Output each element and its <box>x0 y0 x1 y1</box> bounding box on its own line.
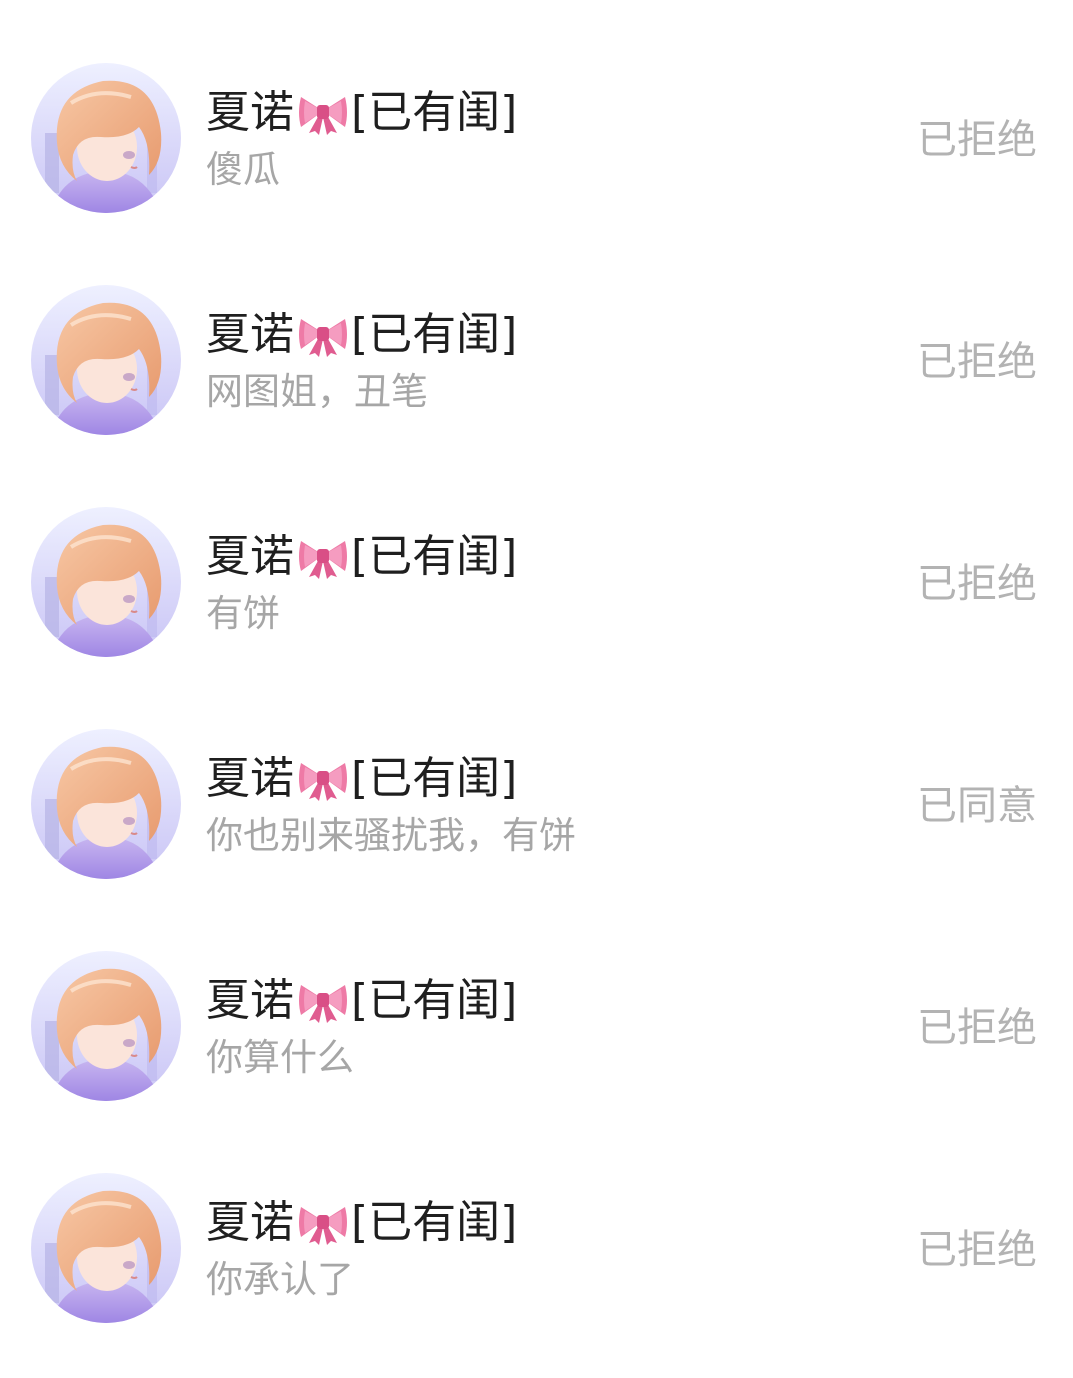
contact-tag: [已有闺] <box>351 87 518 138</box>
contact-name: 夏诺 [已有闺] <box>206 310 517 360</box>
friend-request-row[interactable]: 夏诺 [已有闺] 网图姐，丑笔 已拒绝 <box>0 252 1073 474</box>
contact-tag: [已有闺] <box>351 1197 518 1248</box>
friend-request-row[interactable]: 夏诺 [已有闺] 傻瓜 已拒绝 <box>0 30 1073 252</box>
avatar[interactable] <box>31 507 181 657</box>
request-message: 有饼 <box>206 592 280 635</box>
request-status: 已拒绝 <box>917 117 1037 163</box>
avatar[interactable] <box>31 1173 181 1323</box>
friend-request-row[interactable]: 夏诺 [已有闺] 你算什么 已拒绝 <box>0 918 1073 1140</box>
request-message: 你算什么 <box>206 1036 354 1079</box>
contact-name-text: 夏诺 <box>206 1197 294 1248</box>
contact-name-text: 夏诺 <box>206 975 294 1026</box>
contact-name: 夏诺 [已有闺] <box>206 88 517 138</box>
request-status: 已拒绝 <box>917 339 1037 385</box>
friend-request-row[interactable]: 夏诺 [已有闺] 你承认了 已拒绝 <box>0 1140 1073 1362</box>
contact-name: 夏诺 [已有闺] <box>206 532 517 582</box>
friend-request-list: 夏诺 [已有闺] 傻瓜 已拒绝 夏诺 [已有闺] 网图姐，丑笔 已拒绝 夏诺 [… <box>0 0 1073 1378</box>
request-status: 已拒绝 <box>917 561 1037 607</box>
request-message: 你承认了 <box>206 1258 354 1301</box>
contact-name-text: 夏诺 <box>206 531 294 582</box>
contact-tag: [已有闺] <box>351 309 518 360</box>
avatar[interactable] <box>31 951 181 1101</box>
request-message: 你也别来骚扰我，有饼 <box>206 814 576 857</box>
contact-tag: [已有闺] <box>351 531 518 582</box>
bow-icon <box>299 319 347 357</box>
contact-tag: [已有闺] <box>351 753 518 804</box>
avatar[interactable] <box>31 729 181 879</box>
friend-request-row[interactable]: 夏诺 [已有闺] 有饼 已拒绝 <box>0 474 1073 696</box>
bow-icon <box>299 541 347 579</box>
bow-icon <box>299 763 347 801</box>
avatar[interactable] <box>31 63 181 213</box>
bow-icon <box>299 985 347 1023</box>
contact-name: 夏诺 [已有闺] <box>206 754 517 804</box>
contact-name-text: 夏诺 <box>206 753 294 804</box>
bow-icon <box>299 97 347 135</box>
contact-name-text: 夏诺 <box>206 309 294 360</box>
request-message: 傻瓜 <box>206 148 280 191</box>
bow-icon <box>299 1207 347 1245</box>
contact-name: 夏诺 [已有闺] <box>206 976 517 1026</box>
request-status: 已拒绝 <box>917 1005 1037 1051</box>
friend-request-row[interactable]: 夏诺 [已有闺] 你也别来骚扰我，有饼 已同意 <box>0 696 1073 918</box>
contact-tag: [已有闺] <box>351 975 518 1026</box>
contact-name-text: 夏诺 <box>206 87 294 138</box>
contact-name: 夏诺 [已有闺] <box>206 1198 517 1248</box>
request-message: 网图姐，丑笔 <box>206 370 428 413</box>
request-status: 已拒绝 <box>917 1227 1037 1273</box>
avatar[interactable] <box>31 285 181 435</box>
request-status: 已同意 <box>917 783 1037 829</box>
